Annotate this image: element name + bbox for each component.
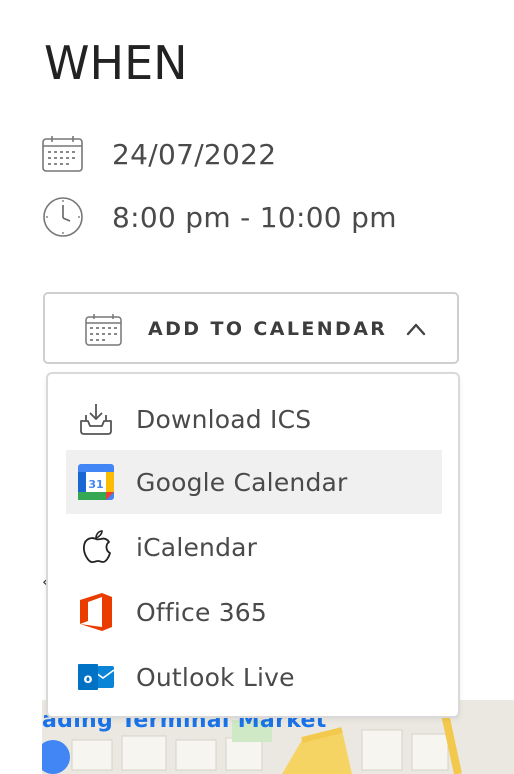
menu-item-outlook-live[interactable]: o Outlook Live: [66, 645, 442, 709]
calendar-options-menu: Download ICS 31 Google Calendar iCalenda…: [46, 372, 460, 718]
menu-item-label: Google Calendar: [136, 467, 348, 497]
add-to-calendar-button[interactable]: ADD TO CALENDAR: [43, 292, 459, 364]
calendar-icon: [42, 134, 84, 174]
section-heading: WHEN: [44, 36, 188, 90]
clock-icon: [42, 197, 84, 237]
download-tray-icon: [76, 399, 116, 439]
add-to-calendar-label: ADD TO CALENDAR: [148, 318, 388, 340]
svg-text:o: o: [84, 672, 93, 687]
menu-item-label: iCalendar: [136, 532, 258, 562]
outlook-icon: o: [76, 657, 116, 697]
menu-item-office-365[interactable]: Office 365: [66, 580, 442, 644]
event-date: 24/07/2022: [112, 137, 277, 171]
event-date-row: 24/07/2022: [42, 134, 276, 174]
menu-item-google-calendar[interactable]: 31 Google Calendar: [66, 450, 442, 514]
menu-item-download-ics[interactable]: Download ICS: [66, 387, 442, 451]
menu-item-icalendar[interactable]: iCalendar: [66, 515, 442, 579]
google-calendar-icon: 31: [76, 462, 116, 502]
office-365-icon: [76, 592, 116, 632]
chevron-up-icon: [406, 321, 426, 340]
menu-item-label: Office 365: [136, 597, 268, 627]
apple-icon: [76, 527, 116, 567]
menu-item-label: Outlook Live: [136, 662, 295, 692]
menu-item-label: Download ICS: [136, 404, 312, 434]
event-time: 8:00 pm - 10:00 pm: [112, 200, 397, 234]
svg-text:31: 31: [88, 478, 103, 491]
calendar-icon: [85, 313, 123, 351]
event-time-row: 8:00 pm - 10:00 pm: [42, 197, 397, 237]
